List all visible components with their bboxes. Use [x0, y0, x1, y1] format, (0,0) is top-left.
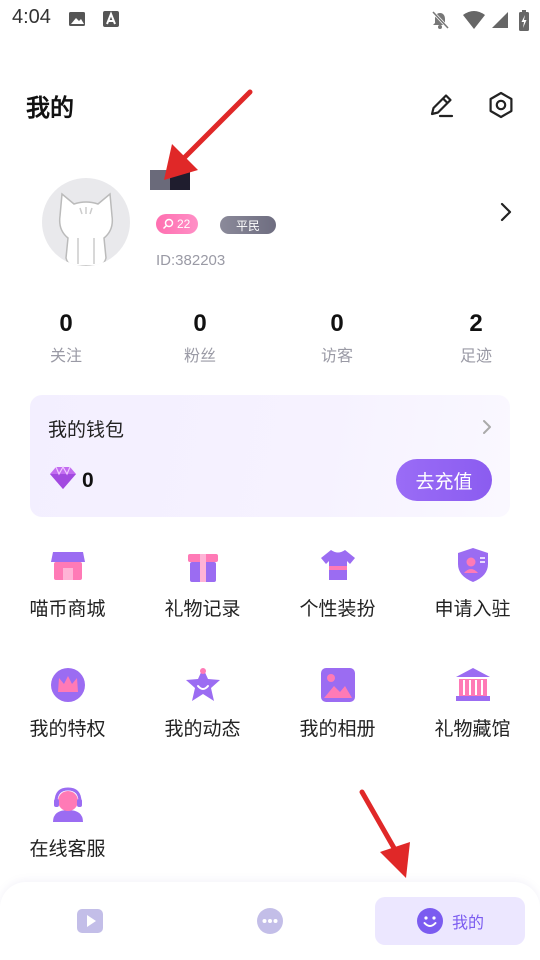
- stat-value: 0: [59, 310, 73, 337]
- bottom-tab-bar: 我的: [0, 882, 540, 960]
- chevron-right-icon[interactable]: [496, 200, 516, 224]
- pencil-icon: [430, 94, 454, 118]
- diamond-icon: [50, 465, 76, 489]
- menu-item-moments[interactable]: 我的动态: [135, 666, 270, 766]
- username-placeholder: [150, 170, 190, 190]
- edit-button[interactable]: [424, 88, 458, 122]
- stat-label: 粉丝: [183, 346, 216, 365]
- rank-badge: 平民: [220, 216, 277, 234]
- menu-item-album[interactable]: 我的相册: [270, 666, 405, 766]
- image-icon: [69, 12, 85, 26]
- tab-messages[interactable]: [220, 897, 320, 945]
- wallet-balance: 0: [82, 469, 94, 492]
- wallet-title: 我的钱包: [48, 419, 125, 441]
- annotation-arrow: [359, 789, 410, 878]
- wifi-icon: [463, 11, 485, 29]
- star-icon: [186, 668, 220, 701]
- menu-label: 我的相册: [299, 718, 376, 740]
- stat-value: 0: [193, 310, 207, 337]
- cell-signal-icon: [492, 12, 508, 28]
- tab-mine[interactable]: 我的: [375, 897, 525, 945]
- gear-icon: [489, 91, 513, 119]
- stat-footprints[interactable]: 2 足迹: [426, 310, 526, 366]
- avatar[interactable]: [42, 178, 130, 266]
- menu-item-privileges[interactable]: 我的特权: [0, 666, 135, 766]
- stat-following[interactable]: 0 关注: [16, 310, 116, 366]
- play-icon: [77, 909, 103, 933]
- menu-label: 礼物藏馆: [434, 718, 511, 740]
- store-icon: [51, 552, 85, 580]
- level-value: 22: [177, 217, 191, 231]
- menu-item-dress-up[interactable]: 个性装扮: [270, 546, 405, 646]
- smiley-icon: [416, 908, 443, 934]
- menu-item-customer-service[interactable]: 在线客服: [0, 786, 135, 886]
- museum-icon: [456, 668, 490, 701]
- user-id: ID:382203: [156, 252, 226, 269]
- notifications-off-icon: [431, 10, 450, 30]
- badge-icon: [458, 548, 488, 582]
- menu-label: 喵币商城: [29, 598, 106, 620]
- level-icon: [162, 218, 174, 230]
- crown-icon: [51, 668, 85, 702]
- menu-label: 我的特权: [29, 718, 106, 740]
- headset-icon: [53, 787, 83, 822]
- recharge-button[interactable]: 去充值: [396, 459, 492, 501]
- page-title: 我的: [26, 94, 74, 122]
- tab-video[interactable]: [40, 897, 140, 945]
- a-notification-icon: [103, 11, 119, 27]
- level-badge: 22: [156, 214, 199, 234]
- chat-icon: [257, 908, 283, 934]
- menu-item-gift-records[interactable]: 礼物记录: [135, 546, 270, 646]
- menu-item-store[interactable]: 喵币商城: [0, 546, 135, 646]
- menu-item-apply[interactable]: 申请入驻: [405, 546, 540, 646]
- wallet-card[interactable]: 我的钱包 0 去充值: [30, 395, 510, 517]
- battery-icon: [519, 10, 529, 31]
- tab-mine-label: 我的: [451, 913, 484, 932]
- stat-label: 关注: [49, 346, 82, 365]
- stat-value: 0: [330, 310, 344, 337]
- menu-label: 我的动态: [164, 718, 241, 740]
- shirt-icon: [321, 550, 355, 580]
- cat-avatar-icon: [58, 192, 114, 266]
- menu-label: 个性装扮: [299, 598, 376, 620]
- menu-label: 在线客服: [29, 838, 106, 860]
- stat-label: 访客: [320, 346, 353, 365]
- album-icon: [321, 668, 355, 702]
- chevron-right-icon[interactable]: [480, 417, 494, 437]
- menu-item-gift-museum[interactable]: 礼物藏馆: [405, 666, 540, 766]
- gift-icon: [188, 554, 218, 582]
- stat-fans[interactable]: 0 粉丝: [150, 310, 250, 366]
- stat-visitors[interactable]: 0 访客: [287, 310, 387, 366]
- menu-label: 礼物记录: [164, 598, 241, 620]
- stat-label: 足迹: [459, 346, 492, 365]
- status-time: 4:04: [12, 6, 51, 28]
- stat-value: 2: [469, 310, 483, 337]
- menu-label: 申请入驻: [434, 598, 511, 620]
- stats-row: 0 关注 0 粉丝 0 访客 2 足迹: [0, 310, 540, 370]
- settings-button[interactable]: [484, 88, 518, 122]
